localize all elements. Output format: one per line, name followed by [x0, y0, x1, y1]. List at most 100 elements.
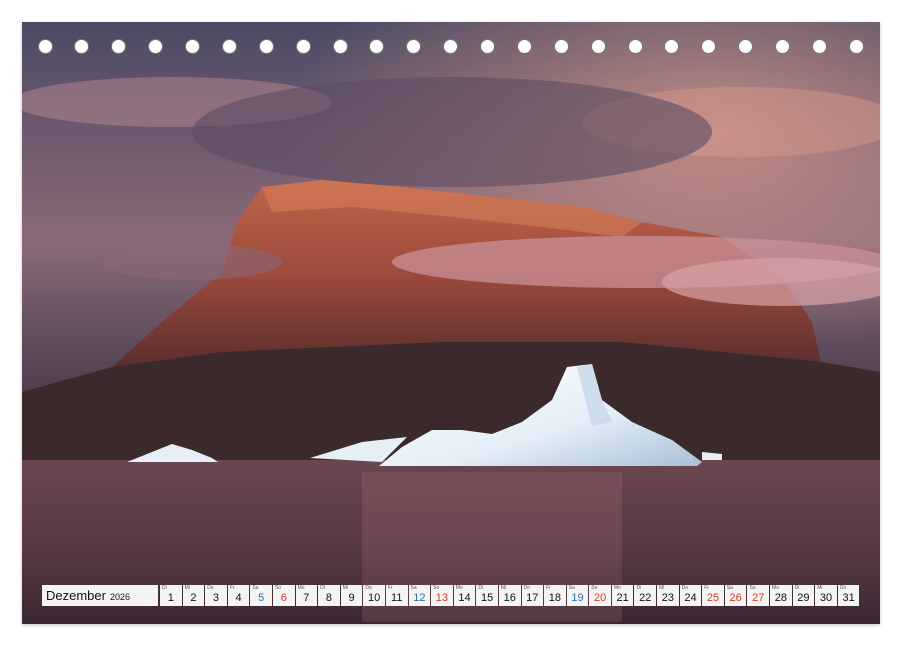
day-cell: Di 8	[318, 585, 340, 606]
binding-hole	[664, 39, 679, 54]
day-cell: Mi 30	[815, 585, 837, 606]
day-cell: Di 22	[634, 585, 657, 606]
day-cell: Mo 21	[611, 585, 634, 606]
binding-hole	[701, 39, 716, 54]
calendar-page: Dezember 2026 Di 1 Mi 2 Do 3 Fr 4 Sa 5 So 6 Mo 7 Di 8 Mi…	[22, 22, 880, 624]
day-number: 4	[235, 592, 242, 604]
day-number: 24	[684, 592, 697, 604]
weekday-label: Mo	[772, 585, 779, 591]
weekday-label: Fr	[704, 585, 709, 591]
binding-hole	[738, 39, 753, 54]
weekday-label: Mo	[613, 585, 621, 591]
day-number: 20	[593, 592, 607, 604]
day-number: 31	[842, 592, 855, 604]
day-number: 26	[729, 592, 742, 604]
day-cell: Sa 12	[408, 585, 431, 606]
day-cell: Di 1	[160, 585, 182, 606]
day-number: 17	[526, 592, 539, 604]
day-number: 7	[303, 592, 310, 604]
binding-hole	[628, 39, 643, 54]
day-number: 12	[413, 592, 426, 604]
day-cell: So 20	[589, 585, 611, 606]
weekday-label: Do	[839, 585, 847, 591]
month-name: Dezember	[46, 588, 106, 603]
day-number: 29	[797, 592, 810, 604]
binding-hole	[74, 39, 89, 54]
landscape-photo	[22, 22, 880, 624]
day-cell: Do 10	[363, 585, 385, 606]
day-cell: Mi 2	[182, 585, 205, 606]
day-number: 28	[774, 592, 787, 604]
day-cell: Fr 11	[385, 585, 408, 606]
binding-hole	[443, 39, 458, 54]
binding-hole	[369, 39, 384, 54]
day-cell: Mo 7	[295, 585, 318, 606]
day-number: 5	[258, 592, 265, 604]
day-number: 23	[661, 592, 674, 604]
weekday-label: Mo	[297, 585, 305, 591]
day-number: 10	[368, 592, 381, 604]
day-number: 1	[167, 592, 174, 604]
day-number: 30	[819, 592, 833, 604]
binding-hole	[517, 39, 532, 54]
day-cell: Do 17	[521, 585, 544, 606]
day-number: 13	[435, 592, 449, 604]
weekday-label: Mi	[500, 585, 507, 591]
day-cells: Di 1 Mi 2 Do 3 Fr 4 Sa 5 So 6 Mo 7 Di 8 Mi 9 Do 10 Fr 11 Sa 12 S…	[160, 585, 860, 606]
day-cell: So 13	[431, 585, 453, 606]
day-cell: Do 3	[205, 585, 227, 606]
day-cell: Sa 19	[566, 585, 589, 606]
weekday-label: Mi	[184, 585, 190, 591]
weekday-label: Do	[523, 585, 530, 591]
weekday-label: Do	[207, 585, 214, 591]
day-cell: Mi 23	[657, 585, 679, 606]
binding-hole	[296, 39, 311, 54]
weekday-label: Sa	[568, 585, 575, 591]
day-cell: Sa 5	[250, 585, 272, 606]
binding-hole	[554, 39, 569, 54]
day-number: 27	[752, 592, 765, 604]
weekday-label: Fr	[387, 585, 393, 591]
weekday-label: Di	[478, 585, 484, 591]
day-number: 15	[480, 592, 494, 604]
weekday-label: Di	[320, 585, 325, 591]
binding-hole	[111, 39, 126, 54]
weekday-label: Di	[636, 585, 642, 591]
day-cell: Sa 26	[724, 585, 747, 606]
day-number: 14	[458, 592, 471, 604]
day-cell: Mi 9	[340, 585, 363, 606]
weekday-label: So	[274, 585, 282, 591]
binding-hole	[480, 39, 495, 54]
binding-hole	[38, 39, 53, 54]
day-number: 25	[706, 592, 720, 604]
day-number: 3	[212, 592, 220, 604]
day-cell: Do 31	[837, 585, 860, 606]
month-label-cell: Dezember 2026	[42, 585, 158, 606]
weekday-label: Mi	[342, 585, 349, 591]
day-number: 19	[571, 592, 584, 604]
day-cell: Mo 28	[770, 585, 792, 606]
weekday-label: Mi	[817, 585, 823, 591]
day-number: 2	[190, 592, 197, 604]
day-cell: So 27	[747, 585, 770, 606]
weekday-label: So	[433, 585, 440, 591]
binding-hole	[849, 39, 864, 54]
day-number: 8	[325, 592, 333, 604]
day-number: 16	[503, 592, 516, 604]
day-number: 9	[348, 592, 355, 604]
day-number: 22	[639, 592, 652, 604]
weekday-label: So	[749, 585, 756, 591]
weekday-label: Mo	[455, 585, 463, 591]
binding-hole	[259, 39, 274, 54]
weekday-label: Sa	[410, 585, 417, 591]
day-number: 6	[280, 592, 287, 604]
calendar-strip: Dezember 2026 Di 1 Mi 2 Do 3 Fr 4 Sa 5 So 6 Mo 7 Di 8 Mi…	[42, 585, 860, 606]
weekday-label: Fr	[229, 585, 235, 591]
day-number: 11	[391, 592, 403, 604]
binding-hole	[333, 39, 348, 54]
day-cell: Mo 14	[453, 585, 476, 606]
weekday-label: Di	[162, 585, 167, 591]
day-cell: Fr 4	[227, 585, 250, 606]
binding-hole	[148, 39, 163, 54]
binding-hole	[591, 39, 606, 54]
